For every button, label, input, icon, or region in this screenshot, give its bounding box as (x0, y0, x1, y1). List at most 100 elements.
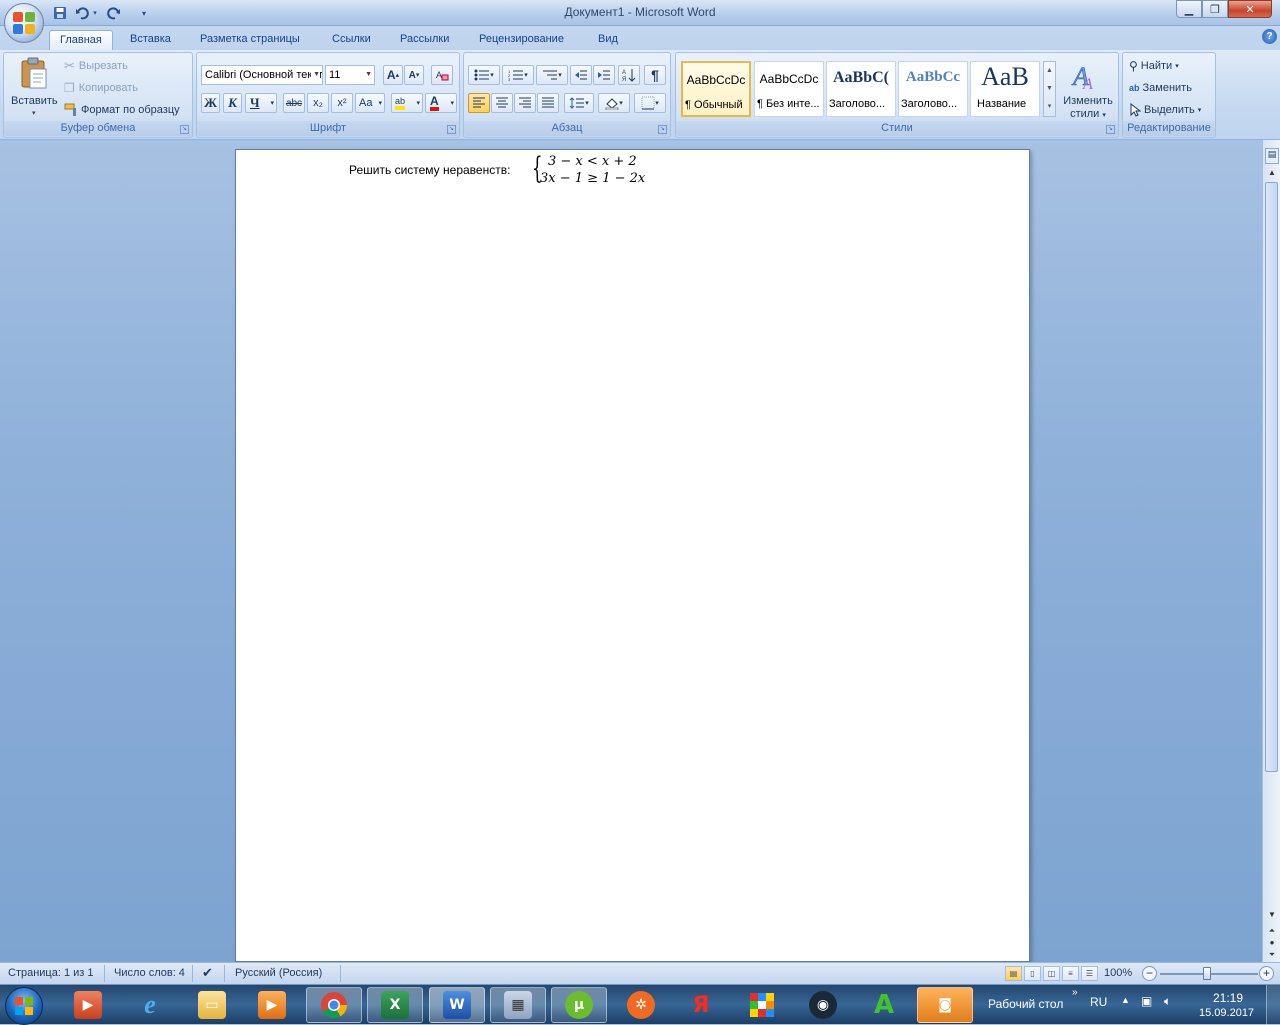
paste-button[interactable]: Вставить ▾ (8, 55, 60, 121)
styles-scroll-down-icon[interactable]: ▼ (1044, 80, 1055, 98)
line-spacing-button[interactable]: ▾ (564, 93, 594, 113)
italic-button[interactable]: К (223, 93, 242, 113)
show-desktop-button[interactable] (1266, 985, 1280, 1025)
paragraph-launcher-icon[interactable]: ↘ (658, 125, 667, 134)
scroll-up-icon[interactable]: ▲ (1265, 168, 1279, 180)
styles-scroll-up-icon[interactable]: ▲ (1044, 62, 1055, 80)
document-page[interactable]: Решить систему неравенств: { 3 − x < x +… (235, 149, 1030, 962)
grow-font-button[interactable]: A ▴ (383, 65, 403, 85)
font-color-button[interactable]: A ▾ (425, 93, 457, 113)
toolbar-expand-icon[interactable]: » (1072, 987, 1078, 998)
draft-view-icon[interactable]: ☰ (1081, 966, 1098, 981)
align-center-button[interactable] (491, 93, 513, 113)
scroll-thumb[interactable] (1265, 182, 1278, 772)
style-heading2[interactable]: AaBbCc Заголово... (898, 61, 968, 117)
previous-page-icon[interactable]: ⏶ (1265, 926, 1279, 938)
taskbar-calculator[interactable]: ▦ (490, 987, 546, 1023)
change-styles-button[interactable]: A A Изменить стили ▾ (1058, 57, 1116, 123)
taskbar-media-center[interactable]: ▶ (60, 987, 116, 1023)
shading-button[interactable]: ▾ (598, 93, 630, 113)
zoom-in-button[interactable]: + (1259, 966, 1274, 981)
bullets-button[interactable]: ▾ (468, 65, 500, 85)
help-icon[interactable]: ? (1262, 29, 1277, 44)
clock-time[interactable]: 21:19 (1213, 991, 1243, 1005)
copy-button[interactable]: ❐ Копировать (64, 79, 138, 97)
word-count[interactable]: Число слов: 4 (114, 967, 185, 979)
taskbar-utorrent[interactable]: µ (551, 987, 607, 1023)
font-color-dropdown-icon[interactable]: ▾ (450, 99, 454, 107)
taskbar-yandex-browser[interactable]: Я (673, 987, 729, 1023)
font-name-combo[interactable]: Calibri (Основной текст) ▼ (201, 65, 323, 85)
select-button[interactable]: Выделить ▾ (1129, 101, 1201, 119)
browse-object-icon[interactable]: ● (1265, 938, 1279, 950)
shrink-font-button[interactable]: A ▾ (404, 65, 424, 85)
align-left-button[interactable] (468, 93, 490, 113)
font-size-dropdown-icon[interactable]: ▼ (365, 66, 372, 84)
font-size-combo[interactable]: 11 ▼ (325, 65, 375, 85)
taskbar-excel[interactable]: X (367, 987, 423, 1023)
vertical-scrollbar[interactable]: ▤ ▲ ▼ ⏶ ● ⏷ (1262, 140, 1280, 962)
tab-review[interactable]: Рецензирование (469, 30, 574, 50)
style-heading1[interactable]: AaBbC( Заголово... (826, 61, 896, 117)
borders-button[interactable]: ▾ (634, 93, 666, 113)
cut-button[interactable]: ✂ Вырезать (64, 57, 128, 75)
minimize-button[interactable]: ▁ (1176, 0, 1202, 18)
spellcheck-icon[interactable]: ✔ (202, 965, 213, 981)
taskbar-word[interactable]: W (429, 987, 485, 1023)
tab-page-layout[interactable]: Разметка страницы (190, 30, 310, 50)
desktop-toolbar-label[interactable]: Рабочий стол (988, 997, 1063, 1011)
font-launcher-icon[interactable]: ↘ (447, 125, 456, 134)
bold-button[interactable]: Ж (201, 93, 220, 113)
full-screen-reading-view-icon[interactable]: ▯ (1024, 966, 1041, 981)
highlight-dropdown-icon[interactable]: ▾ (416, 99, 420, 107)
ruler-toggle-icon[interactable]: ▤ (1265, 148, 1279, 164)
taskbar-rubik-game[interactable] (734, 987, 790, 1023)
zoom-out-button[interactable]: − (1142, 966, 1157, 981)
tray-expand-icon[interactable]: ▲ (1121, 995, 1130, 1005)
underline-button[interactable]: Ч ▾ (245, 93, 277, 113)
taskbar-internet-explorer[interactable]: e (122, 987, 178, 1023)
align-right-button[interactable] (514, 93, 536, 113)
outline-view-icon[interactable]: ≡ (1062, 966, 1079, 981)
zoom-slider-thumb[interactable] (1203, 967, 1211, 980)
underline-dropdown-icon[interactable]: ▾ (270, 99, 274, 107)
justify-button[interactable] (537, 93, 559, 113)
taskbar-steam[interactable]: ◉ (795, 987, 851, 1023)
page-count[interactable]: Страница: 1 из 1 (8, 967, 94, 979)
tab-references[interactable]: Ссылки (322, 30, 381, 50)
superscript-button[interactable]: x² (331, 93, 353, 113)
next-page-icon[interactable]: ⏷ (1265, 950, 1279, 962)
styles-more-icon[interactable]: ▾ (1044, 98, 1055, 116)
tab-mailings[interactable]: Рассылки (390, 30, 459, 50)
zoom-level[interactable]: 100% (1104, 967, 1132, 979)
web-layout-view-icon[interactable]: ◫ (1043, 966, 1060, 981)
find-button[interactable]: ⚲ Найти ▾ (1129, 57, 1179, 75)
close-button[interactable]: ✕ (1228, 0, 1272, 18)
style-no-spacing[interactable]: AaBbCcDc ¶ Без инте... (754, 61, 824, 117)
tab-view[interactable]: Вид (588, 30, 628, 50)
subscript-button[interactable]: x₂ (307, 93, 329, 113)
change-case-dropdown-icon[interactable]: ▾ (378, 99, 382, 107)
increase-indent-button[interactable] (593, 65, 615, 85)
taskbar-media-player[interactable]: ▶ (244, 987, 300, 1023)
task-text[interactable]: Решить систему неравенств: (349, 163, 510, 177)
network-icon[interactable]: ▣ (1141, 994, 1152, 1008)
decrease-indent-button[interactable] (570, 65, 592, 85)
strikethrough-button[interactable]: abc (283, 93, 305, 113)
multilevel-list-button[interactable]: ▾ (536, 65, 568, 85)
tab-insert[interactable]: Вставка (120, 30, 181, 50)
clipboard-launcher-icon[interactable]: ↘ (180, 125, 189, 134)
tab-home[interactable]: Главная (49, 30, 113, 50)
volume-icon[interactable]: 🔈︎ (1164, 994, 1171, 1009)
start-button[interactable] (5, 987, 43, 1025)
taskbar-screenshot-tool[interactable]: ◙ (917, 987, 973, 1023)
clock-date[interactable]: 15.09.2017 (1199, 1007, 1254, 1019)
inequality-2[interactable]: 3x − 1 ≥ 1 − 2x (540, 171, 645, 186)
inequality-1[interactable]: 3 − x < x + 2 (548, 154, 637, 169)
highlight-button[interactable]: ab ▾ (391, 93, 423, 113)
format-painter-button[interactable]: Формат по образцу (64, 101, 180, 119)
change-case-button[interactable]: Aa ▾ (355, 93, 385, 113)
font-name-dropdown-icon[interactable]: ▼ (311, 66, 320, 84)
replace-button[interactable]: ab Заменить (1129, 79, 1192, 97)
taskbar-green-app[interactable]: A (856, 987, 912, 1023)
